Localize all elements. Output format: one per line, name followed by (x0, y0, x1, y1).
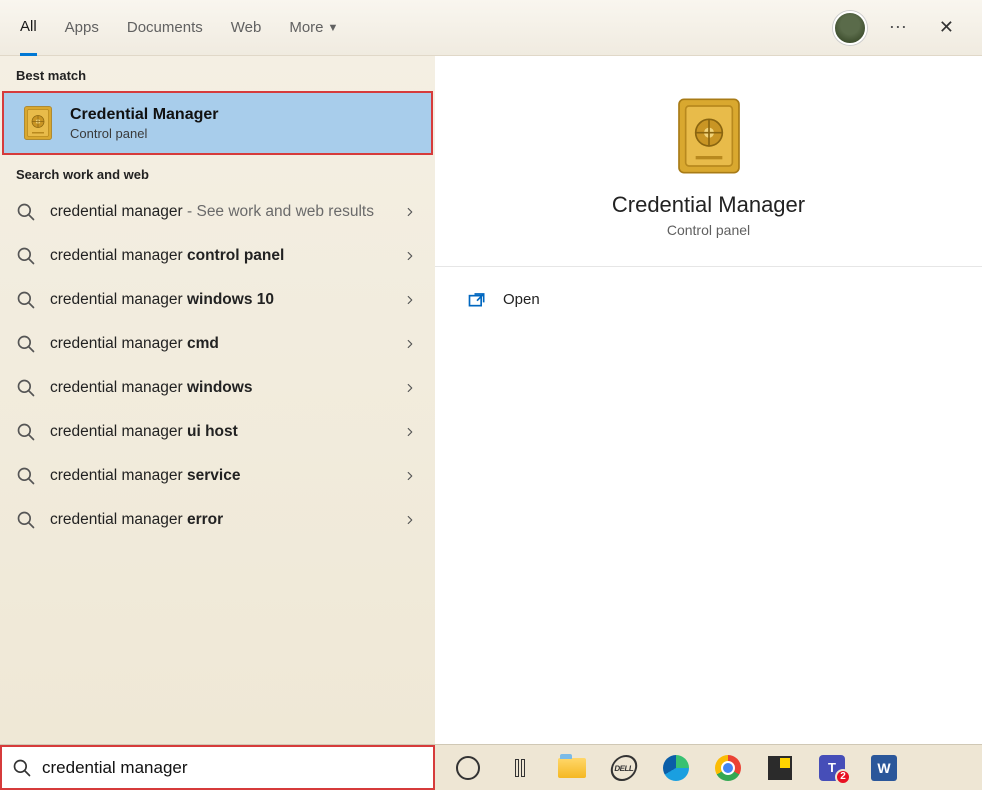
results-panel: Best match Credential Manager Control pa… (0, 56, 435, 744)
options-icon[interactable]: ⋯ (889, 17, 909, 38)
web-result[interactable]: credential manager control panel (0, 234, 435, 278)
tab-documents[interactable]: Documents (127, 0, 203, 55)
file-explorer-icon[interactable] (557, 753, 587, 783)
chevron-right-icon[interactable] (403, 381, 419, 395)
best-match-credential-manager[interactable]: Credential Manager Control panel (2, 91, 433, 155)
preview-panel: Credential Manager Control panel Open (435, 56, 982, 744)
filter-tabs: All Apps Documents Web More ▼ (20, 0, 338, 55)
result-text: credential manager windows 10 (50, 290, 389, 311)
result-text: credential manager ui host (50, 422, 389, 443)
web-results-list: credential manager - See work and web re… (0, 190, 435, 542)
search-input[interactable] (42, 758, 423, 778)
tab-apps[interactable]: Apps (65, 0, 99, 55)
search-icon (16, 422, 36, 442)
user-avatar[interactable] (833, 11, 867, 45)
bottom-bar: DELL T2 W (0, 744, 982, 790)
edge-icon[interactable] (661, 753, 691, 783)
chevron-right-icon[interactable] (403, 337, 419, 351)
best-match-subtitle: Control panel (70, 126, 218, 141)
teams-badge: 2 (835, 769, 851, 785)
web-result[interactable]: credential manager ui host (0, 410, 435, 454)
chevron-right-icon[interactable] (403, 469, 419, 483)
preview-title: Credential Manager (612, 192, 805, 218)
result-text: credential manager - See work and web re… (50, 202, 389, 223)
safe-icon (675, 96, 743, 176)
result-text: credential manager service (50, 466, 389, 487)
close-icon[interactable]: ✕ (931, 9, 962, 46)
chevron-right-icon[interactable] (403, 513, 419, 527)
chevron-right-icon[interactable] (403, 293, 419, 307)
open-label: Open (503, 291, 540, 308)
cortana-icon[interactable] (453, 753, 483, 783)
tab-more-label: More (289, 19, 323, 36)
search-header: All Apps Documents Web More ▼ ⋯ ✕ (0, 0, 982, 56)
chrome-icon[interactable] (713, 753, 743, 783)
web-result[interactable]: credential manager windows (0, 366, 435, 410)
sticky-notes-icon[interactable] (765, 753, 795, 783)
search-icon (12, 758, 32, 778)
chevron-right-icon[interactable] (403, 425, 419, 439)
search-icon (16, 246, 36, 266)
result-text: credential manager windows (50, 378, 389, 399)
web-result[interactable]: credential manager windows 10 (0, 278, 435, 322)
best-match-label: Best match (0, 56, 435, 91)
preview-subtitle: Control panel (667, 222, 750, 238)
search-icon (16, 466, 36, 486)
chevron-right-icon[interactable] (403, 249, 419, 263)
result-text: credential manager cmd (50, 334, 389, 355)
chevron-right-icon[interactable] (403, 205, 419, 219)
web-result[interactable]: credential manager - See work and web re… (0, 190, 435, 234)
taskbar: DELL T2 W (435, 745, 982, 790)
web-result[interactable]: credential manager error (0, 498, 435, 542)
dell-icon[interactable]: DELL (609, 753, 639, 783)
best-match-title: Credential Manager (70, 106, 218, 124)
search-web-label: Search work and web (0, 155, 435, 190)
search-icon (16, 510, 36, 530)
task-view-icon[interactable] (505, 753, 535, 783)
tab-more[interactable]: More ▼ (289, 0, 338, 55)
word-icon[interactable]: W (869, 753, 899, 783)
search-icon (16, 202, 36, 222)
safe-icon (20, 105, 56, 141)
search-icon (16, 334, 36, 354)
caret-down-icon: ▼ (328, 22, 339, 34)
result-text: credential manager control panel (50, 246, 389, 267)
search-box[interactable] (0, 745, 435, 790)
search-icon (16, 378, 36, 398)
teams-icon[interactable]: T2 (817, 753, 847, 783)
tab-all[interactable]: All (20, 1, 37, 56)
result-text: credential manager error (50, 510, 389, 531)
open-icon (467, 289, 487, 309)
web-result[interactable]: credential manager service (0, 454, 435, 498)
tab-web[interactable]: Web (231, 0, 262, 55)
open-action[interactable]: Open (435, 267, 982, 331)
search-icon (16, 290, 36, 310)
web-result[interactable]: credential manager cmd (0, 322, 435, 366)
